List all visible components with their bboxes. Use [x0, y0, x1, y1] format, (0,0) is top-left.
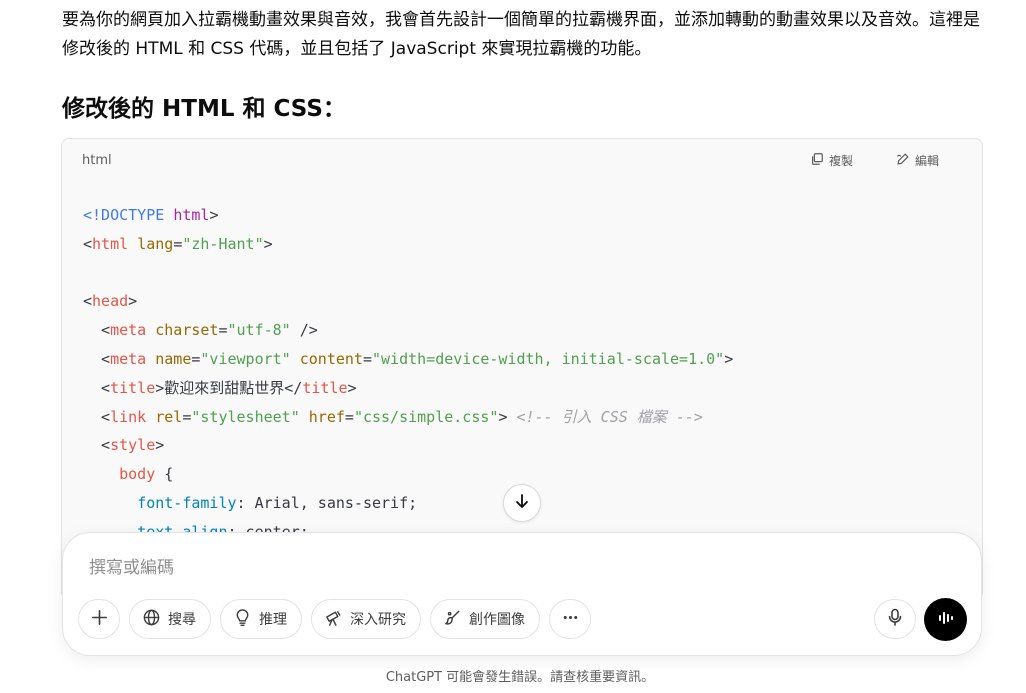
microphone-icon — [885, 607, 905, 631]
search-button[interactable]: 搜尋 — [129, 599, 211, 639]
code-line: <link rel="stylesheet" href="css/simple.… — [83, 407, 703, 426]
deep-research-label: 深入研究 — [350, 612, 406, 628]
code-block: html 複製 編輯 <!DOCTYPE html> <html lang="z… — [61, 138, 983, 600]
lightbulb-icon — [233, 608, 252, 631]
voice-mode-button[interactable] — [924, 598, 967, 641]
code-block-header: html 複製 編輯 — [62, 139, 982, 183]
dictate-button[interactable] — [874, 599, 916, 639]
code-content: <!DOCTYPE html> <html lang="zh-Hant"> <h… — [83, 201, 733, 547]
more-tools-button[interactable] — [549, 599, 591, 639]
telescope-icon — [324, 608, 343, 631]
scroll-to-bottom-button[interactable] — [503, 484, 541, 522]
create-image-label: 創作圖像 — [469, 612, 525, 628]
assistant-message-intro: 要為你的網頁加入拉霸機動畫效果與音效，我會首先設計一個簡單的拉霸機界面，並添加轉… — [62, 10, 980, 59]
reason-button[interactable]: 推理 — [220, 599, 302, 639]
copy-icon — [810, 152, 824, 169]
search-label: 搜尋 — [168, 612, 196, 628]
plus-icon — [90, 608, 109, 631]
code-line: <style> — [83, 436, 165, 455]
section-heading: 修改後的 HTML 和 CSS： — [62, 96, 346, 122]
copy-code-button[interactable]: 複製 — [810, 152, 853, 169]
message-composer: 搜尋 推理 深入研究 創作圖像 — [62, 532, 982, 656]
code-line: font-family: Arial, sans-serif; — [137, 493, 418, 512]
code-line: <html lang="zh-Hant"> — [83, 234, 273, 253]
disclaimer-text: ChatGPT 可能會發生錯誤。請查核重要資訊。 — [385, 670, 655, 685]
waveform-icon — [936, 608, 956, 632]
copy-label: 複製 — [829, 154, 854, 168]
code-line: <title>歡迎來到甜點世界</title> — [83, 378, 357, 397]
attach-button[interactable] — [78, 599, 120, 639]
create-image-button[interactable]: 創作圖像 — [430, 599, 540, 639]
arrow-down-icon — [513, 492, 531, 514]
pencil-icon — [896, 152, 910, 169]
prompt-input[interactable] — [87, 555, 851, 581]
deep-research-button[interactable]: 深入研究 — [311, 599, 421, 639]
code-line: <meta charset="utf-8" /> — [83, 321, 318, 340]
code-line: body { — [119, 465, 174, 484]
globe-icon — [142, 608, 161, 631]
code-line: <meta name="viewport" content="width=dev… — [83, 349, 734, 368]
edit-code-button[interactable]: 編輯 — [896, 152, 939, 169]
composer-toolbar: 搜尋 推理 深入研究 創作圖像 — [78, 599, 591, 639]
code-language-label: html — [82, 153, 112, 168]
code-line: <!DOCTYPE html> — [83, 206, 219, 224]
more-horizontal-icon — [561, 608, 580, 631]
edit-label: 編輯 — [915, 154, 940, 168]
paint-brush-icon — [443, 608, 462, 631]
code-line: <head> — [83, 292, 138, 311]
reason-label: 推理 — [259, 612, 287, 628]
